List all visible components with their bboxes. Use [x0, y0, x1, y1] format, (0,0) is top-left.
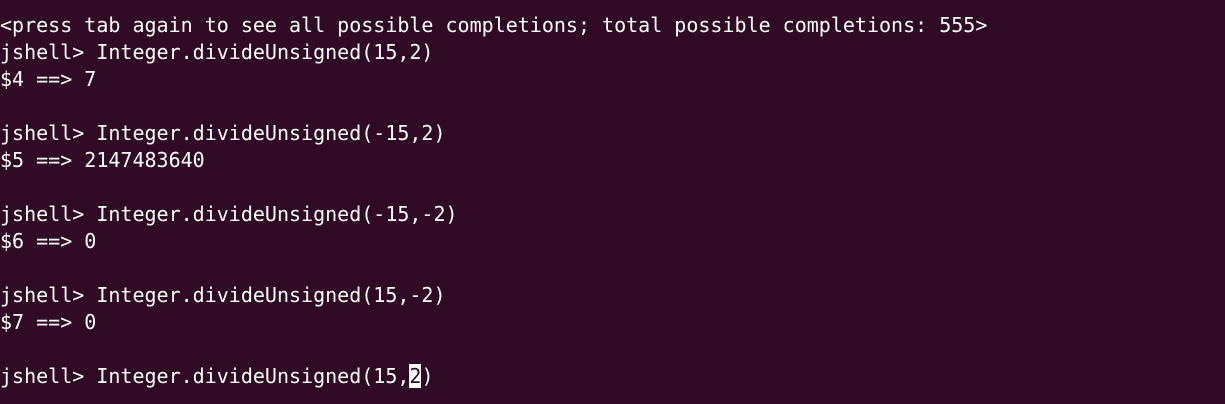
- completion-hint-line: <press tab again to see all possible com…: [0, 13, 988, 37]
- terminal-window[interactable]: <press tab again to see all possible com…: [0, 0, 1225, 404]
- jshell-input-line: jshell> Integer.divideUnsigned(15,2): [0, 40, 434, 64]
- prompt-text: jshell> Integer.divideUnsigned(15,: [0, 364, 410, 388]
- jshell-output-line: $4 ==> 7: [0, 67, 97, 91]
- text-cursor[interactable]: 2: [409, 364, 422, 388]
- jshell-input-line: jshell> Integer.divideUnsigned(-15,2): [0, 121, 446, 145]
- jshell-output-line: $6 ==> 0: [0, 229, 97, 253]
- current-prompt-line[interactable]: jshell> Integer.divideUnsigned(15,2): [0, 363, 1225, 390]
- jshell-input-line: jshell> Integer.divideUnsigned(15,-2): [0, 283, 446, 307]
- prompt-suffix-text: ): [421, 364, 434, 388]
- jshell-output-line: $5 ==> 2147483640: [0, 148, 205, 172]
- jshell-output-line: $7 ==> 0: [0, 310, 97, 334]
- jshell-input-line: jshell> Integer.divideUnsigned(-15,-2): [0, 202, 458, 226]
